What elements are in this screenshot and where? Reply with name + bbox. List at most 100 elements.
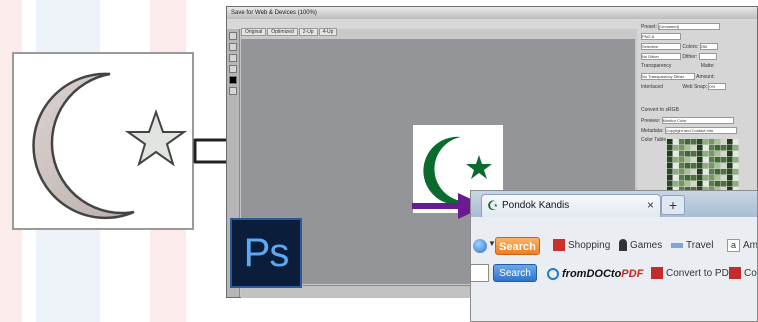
transparency-dither-select[interactable]: No Transparency Dither — [641, 73, 695, 80]
color-swatch[interactable] — [733, 163, 739, 169]
color-swatch[interactable] — [697, 169, 703, 175]
color-swatch[interactable] — [703, 151, 709, 157]
color-swatch[interactable] — [727, 175, 733, 181]
color-swatch[interactable] — [673, 145, 679, 151]
color-swatch[interactable] — [715, 145, 721, 151]
color-swatch[interactable] — [727, 157, 733, 163]
color-swatch[interactable] — [715, 157, 721, 163]
color-swatch[interactable] — [703, 145, 709, 151]
color-swatch[interactable] — [715, 151, 721, 157]
color-swatch[interactable] — [679, 175, 685, 181]
color-swatch[interactable] — [685, 175, 691, 181]
color-swatch[interactable] — [715, 163, 721, 169]
color-swatch[interactable] — [667, 175, 673, 181]
color-swatch[interactable] — [709, 151, 715, 157]
color-swatch[interactable] — [703, 163, 709, 169]
color-swatch[interactable] — [691, 157, 697, 163]
color-swatch[interactable] — [733, 169, 739, 175]
color-swatch[interactable] — [703, 139, 709, 145]
interlaced-checkbox[interactable]: Interlaced — [641, 84, 663, 90]
slice-select-tool[interactable] — [229, 43, 237, 51]
color-swatch[interactable] — [709, 145, 715, 151]
preset-select[interactable]: [Unnamed] — [658, 23, 721, 30]
color-swatch[interactable] — [709, 169, 715, 175]
color-swatch[interactable] — [667, 151, 673, 157]
dither-field[interactable] — [698, 53, 717, 60]
color-swatch[interactable] — [685, 145, 691, 151]
toggle-slices-tool[interactable] — [229, 87, 237, 95]
color-swatch[interactable] — [703, 175, 709, 181]
color-swatch[interactable] — [733, 139, 739, 145]
color-swatch[interactable] — [679, 181, 685, 187]
color-swatch[interactable] — [709, 181, 715, 187]
color-swatch[interactable] — [721, 181, 727, 187]
close-tab-icon[interactable]: × — [647, 198, 654, 212]
color-swatch[interactable] — [673, 139, 679, 145]
color-swatch[interactable] — [679, 139, 685, 145]
color-swatch[interactable] — [715, 181, 721, 187]
color-swatch[interactable] — [691, 175, 697, 181]
color-swatch[interactable] — [709, 139, 715, 145]
color-swatch[interactable] — [679, 163, 685, 169]
color-swatch[interactable] — [667, 163, 673, 169]
color-swatch[interactable] — [721, 169, 727, 175]
color-swatch[interactable] — [685, 163, 691, 169]
eyedropper-tool[interactable] — [229, 65, 237, 73]
color-swatch[interactable] — [673, 169, 679, 175]
color-swatch[interactable] — [685, 157, 691, 163]
color-swatch[interactable] — [697, 157, 703, 163]
search-button-blue[interactable]: Search — [493, 264, 537, 282]
dither-select[interactable]: No Dither — [641, 53, 681, 60]
color-swatch[interactable] — [667, 169, 673, 175]
color-swatch[interactable] — [721, 175, 727, 181]
amazon-button[interactable]: a Am — [727, 235, 757, 257]
tab-optimized[interactable]: Optimized — [267, 28, 298, 36]
color-swatch[interactable] — [709, 163, 715, 169]
color-swatch[interactable] — [697, 139, 703, 145]
color-swatch[interactable] — [727, 145, 733, 151]
color-swatch[interactable] — [691, 163, 697, 169]
color-swatch[interactable] — [721, 157, 727, 163]
search-button[interactable]: Search — [495, 237, 540, 255]
color-swatch[interactable] — [715, 139, 721, 145]
color-swatch[interactable] — [727, 181, 733, 187]
color-swatch[interactable] — [685, 181, 691, 187]
color-swatch[interactable] — [715, 175, 721, 181]
color-swatch[interactable] — [697, 145, 703, 151]
convert-srgb-checkbox[interactable]: Convert to sRGB — [641, 107, 679, 113]
color-swatch[interactable] — [679, 151, 685, 157]
color-swatch[interactable] — [691, 151, 697, 157]
shopping-button[interactable]: Shopping — [553, 235, 610, 257]
color-swatch[interactable] — [733, 175, 739, 181]
color-swatch[interactable] — [721, 151, 727, 157]
fromdoctopdf-logo[interactable]: fromDOCtoPDF — [547, 263, 643, 285]
games-button[interactable]: Games — [619, 235, 662, 257]
color-swatch[interactable] — [721, 145, 727, 151]
color-swatch[interactable] — [697, 181, 703, 187]
color-swatch[interactable] — [703, 181, 709, 187]
color-swatch[interactable] — [727, 163, 733, 169]
color-swatch[interactable] — [691, 145, 697, 151]
color-swatch[interactable] — [673, 163, 679, 169]
tab-original[interactable]: Original — [241, 28, 267, 36]
new-tab-button[interactable]: + — [661, 195, 685, 215]
transparency-checkbox[interactable]: Transparency — [641, 63, 671, 69]
truncated-button[interactable]: Co — [729, 263, 757, 285]
color-swatch[interactable] — [679, 169, 685, 175]
color-swatch[interactable] — [733, 151, 739, 157]
globe-icon[interactable] — [473, 239, 487, 253]
color-swatch[interactable] — [667, 145, 673, 151]
zoom-tool[interactable] — [229, 54, 237, 62]
convert-to-pdf-button[interactable]: Convert to PDF — [651, 263, 735, 285]
color-swatch[interactable] — [721, 163, 727, 169]
color-swatch[interactable] — [733, 157, 739, 163]
color-swatch[interactable] — [673, 151, 679, 157]
color-swatch[interactable] — [679, 145, 685, 151]
color-swatch[interactable] — [673, 175, 679, 181]
color-swatch[interactable] — [715, 169, 721, 175]
color-swatch[interactable] — [733, 145, 739, 151]
color-swatch[interactable] — [727, 151, 733, 157]
color-swatch[interactable] — [703, 169, 709, 175]
color-swatch[interactable] — [667, 139, 673, 145]
format-select[interactable]: PNG-8 — [641, 33, 681, 40]
